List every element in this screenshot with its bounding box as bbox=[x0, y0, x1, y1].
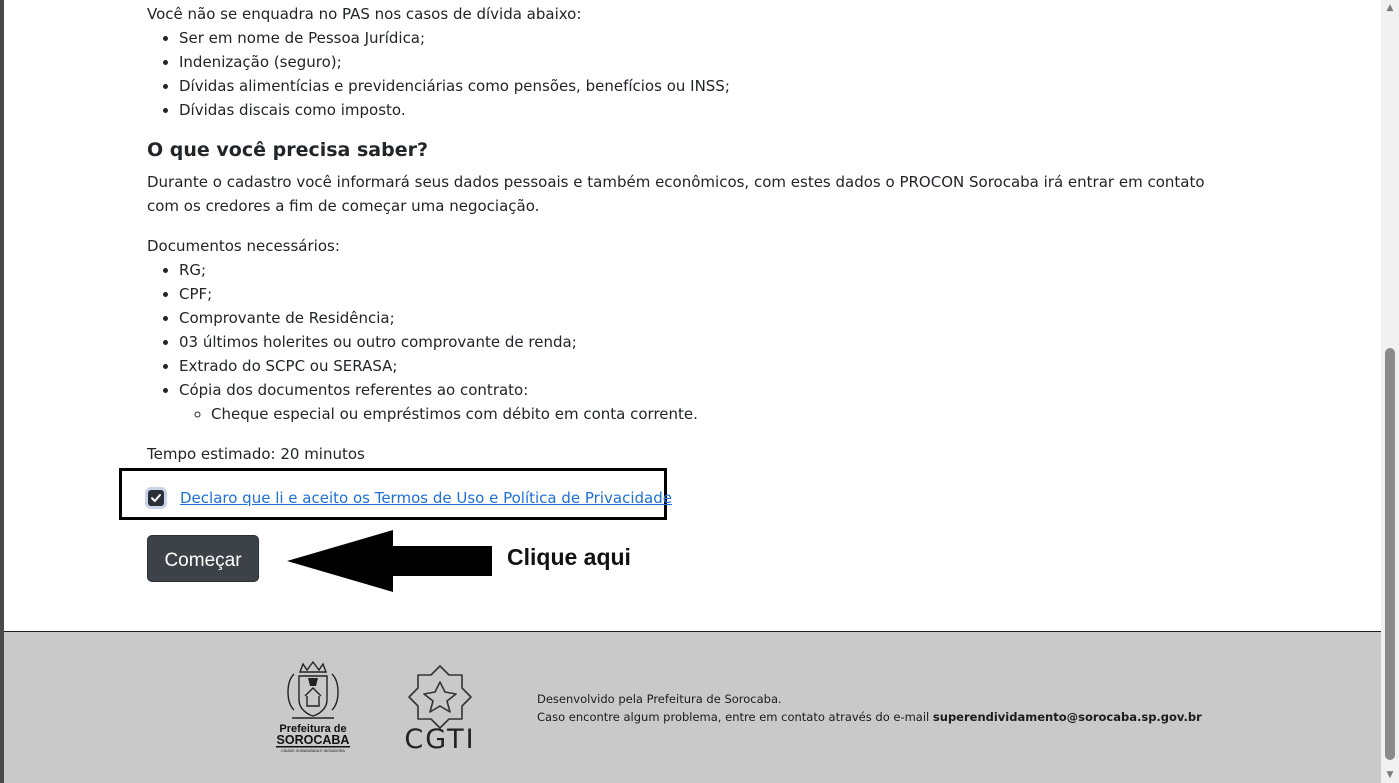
prefeitura-sorocaba-logo: Prefeitura de SOROCABA CIDADE HUMANIZADA… bbox=[276, 660, 350, 753]
start-button[interactable]: Começar bbox=[147, 535, 259, 582]
list-item: Comprovante de Residência; bbox=[179, 306, 698, 330]
description-text: Durante o cadastro você informará seus d… bbox=[147, 173, 1205, 215]
documents-label: Documentos necessários: bbox=[147, 237, 340, 255]
footer-line-2: Caso encontre algum problema, entre em c… bbox=[537, 708, 1202, 726]
page-viewport: Você não se enquadra no PAS nos casos de… bbox=[4, 0, 1381, 783]
documents-list: RG; CPF; Comprovante de Residência; 03 ú… bbox=[147, 258, 698, 426]
section-title: O que você precisa saber? bbox=[147, 139, 428, 161]
list-item-label: Cópia dos documentos referentes ao contr… bbox=[179, 381, 529, 399]
list-item: CPF; bbox=[179, 282, 698, 306]
vertical-scrollbar[interactable]: ▲ ▼ bbox=[1381, 0, 1399, 783]
footer-email: superendividamento@sorocaba.sp.gov.br bbox=[932, 710, 1202, 724]
intro-text: Você não se enquadra no PAS nos casos de… bbox=[147, 5, 582, 23]
footer: Prefeitura de SOROCABA CIDADE HUMANIZADA… bbox=[4, 631, 1381, 783]
list-item: RG; bbox=[179, 258, 698, 282]
scroll-down-icon[interactable]: ▼ bbox=[1381, 767, 1399, 783]
sub-documents-list: Cheque especial ou empréstimos com débit… bbox=[179, 402, 698, 426]
estimated-time: Tempo estimado: 20 minutos bbox=[147, 445, 365, 463]
click-here-hint: Clique aqui bbox=[507, 544, 631, 570]
list-item: Extrado do SCPC ou SERASA; bbox=[179, 354, 698, 378]
list-item: Ser em nome de Pessoa Jurídica; bbox=[179, 26, 730, 50]
list-item: Indenização (seguro); bbox=[179, 50, 730, 74]
logo-cgti-text: CGTI bbox=[404, 724, 475, 750]
footer-line-1: Desenvolvido pela Prefeitura de Sorocaba… bbox=[537, 692, 782, 706]
logo-pref-line2: SOROCABA bbox=[277, 733, 350, 747]
terms-highlight-box: Declaro que li e aceito os Termos de Uso… bbox=[119, 468, 672, 520]
footer-contact-text: Caso encontre algum problema, entre em c… bbox=[537, 710, 933, 724]
list-item: Cópia dos documentos referentes ao contr… bbox=[179, 378, 698, 426]
list-item: Cheque especial ou empréstimos com débit… bbox=[211, 402, 698, 426]
excluded-debts-list: Ser em nome de Pessoa Jurídica; Indeniza… bbox=[147, 26, 730, 122]
footer-text: Desenvolvido pela Prefeitura de Sorocaba… bbox=[537, 690, 1202, 726]
terms-link[interactable]: Declaro que li e aceito os Termos de Uso… bbox=[180, 486, 672, 510]
cgti-logo: CGTI bbox=[404, 665, 475, 750]
list-item: 03 últimos holerites ou outro comprovant… bbox=[179, 330, 698, 354]
logo-pref-tagline: CIDADE HUMANIZADA E INOVADORA bbox=[281, 749, 345, 753]
list-item: Dívidas discais como imposto. bbox=[179, 98, 730, 122]
scrollbar-thumb[interactable] bbox=[1385, 348, 1395, 760]
check-icon bbox=[151, 494, 161, 502]
list-item: Dívidas alimentícias e previdenciárias c… bbox=[179, 74, 730, 98]
arrow-left-icon bbox=[287, 530, 492, 592]
scroll-up-icon[interactable]: ▲ bbox=[1381, 0, 1399, 16]
terms-checkbox[interactable] bbox=[148, 490, 164, 506]
